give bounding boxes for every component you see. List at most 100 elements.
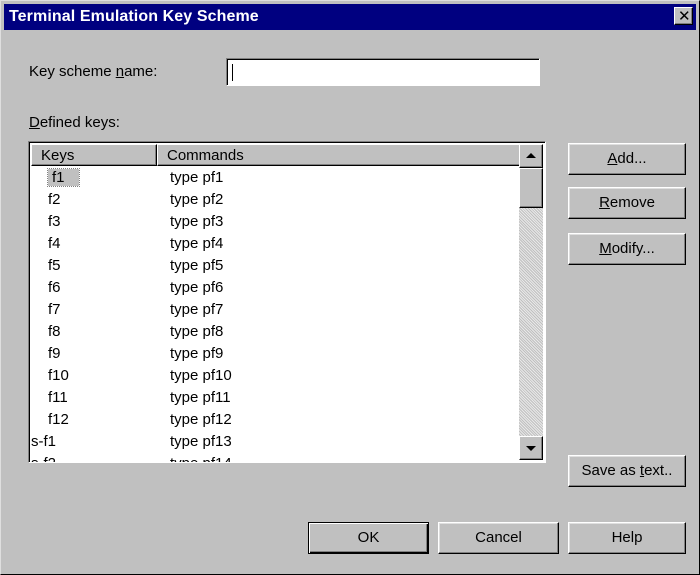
key-cell: s-f1 — [31, 432, 71, 452]
add-button-accel: A — [607, 150, 618, 167]
list-item[interactable]: f6 type pf6 — [31, 278, 519, 300]
command-cell: type pf11 — [170, 389, 231, 406]
list-item[interactable]: f4 type pf4 — [31, 234, 519, 256]
add-button-label: dd... — [617, 150, 647, 167]
command-cell: type pf1 — [170, 169, 224, 186]
defined-keys-label-suffix: efined keys: — [39, 114, 120, 131]
scheme-name-label-accel: n — [115, 63, 125, 80]
list-item[interactable]: f2 type pf2 — [31, 190, 519, 212]
key-cell: f3 — [31, 212, 71, 232]
key-scheme-dialog: Terminal Emulation Key Scheme ✕ Key sche… — [0, 0, 700, 575]
key-cell: f10 — [31, 366, 71, 386]
modify-button[interactable]: Modify... — [568, 233, 686, 265]
help-button-label: Help — [611, 529, 643, 546]
key-label: f3 — [48, 213, 61, 230]
column-header-keys-label: Keys — [41, 147, 75, 164]
command-cell: type pf12 — [170, 411, 232, 428]
list-item[interactable]: f1 type pf1 — [31, 168, 519, 190]
scroll-up-arrow-icon — [526, 153, 536, 158]
title-bar: Terminal Emulation Key Scheme ✕ — [4, 4, 696, 30]
scheme-name-input[interactable] — [226, 58, 540, 86]
cancel-button-label: Cancel — [475, 529, 522, 546]
remove-button[interactable]: Remove — [568, 187, 686, 219]
cancel-button[interactable]: Cancel — [438, 522, 559, 554]
list-item[interactable]: f9 type pf9 — [31, 344, 519, 366]
save-as-text-button[interactable]: Save as text.. — [568, 455, 686, 487]
scroll-down-button[interactable] — [519, 436, 543, 460]
command-cell: type pf6 — [170, 279, 224, 296]
key-label: f4 — [48, 235, 61, 252]
save-button-label-suffix: ext.. — [644, 462, 673, 479]
key-cell: s-f2 — [31, 454, 71, 462]
key-label: f10 — [48, 367, 69, 384]
command-cell: type pf2 — [170, 191, 224, 208]
list-item[interactable]: f5 type pf5 — [31, 256, 519, 278]
add-button[interactable]: Add... — [568, 143, 686, 175]
command-cell: type pf9 — [170, 345, 224, 362]
key-cell: f6 — [31, 278, 71, 298]
command-cell: type pf10 — [170, 367, 232, 384]
key-cell: f4 — [31, 234, 71, 254]
key-cell: f8 — [31, 322, 71, 342]
key-label: f8 — [48, 323, 61, 340]
key-cell: f9 — [31, 344, 71, 364]
defined-keys-label-accel: D — [29, 114, 40, 131]
list-item[interactable]: f11 type pf11 — [31, 388, 519, 410]
list-item[interactable]: f10 type pf10 — [31, 366, 519, 388]
column-header-keys[interactable]: Keys — [31, 144, 157, 166]
vertical-scrollbar[interactable] — [519, 144, 543, 460]
list-item[interactable]: f3 type pf3 — [31, 212, 519, 234]
key-label: f6 — [48, 279, 61, 296]
command-cell: type pf14 — [170, 455, 232, 462]
defined-keys-list[interactable]: Keys Commands f1 type pf1 f2 type pf2 f3 type… — [28, 141, 546, 463]
key-label: f7 — [48, 301, 61, 318]
scheme-name-label-prefix: Key scheme — [29, 63, 116, 80]
command-cell: type pf4 — [170, 235, 224, 252]
command-cell: type pf7 — [170, 301, 224, 318]
window-title: Terminal Emulation Key Scheme — [9, 8, 259, 25]
list-item[interactable]: s-f2 type pf14 — [31, 454, 519, 462]
scroll-up-button[interactable] — [519, 144, 543, 168]
ok-button-label: OK — [357, 529, 380, 546]
key-label: f11 — [48, 389, 68, 406]
key-cell: f11 — [31, 388, 71, 408]
list-rows: f1 type pf1 f2 type pf2 f3 type pf3 f4 type pf4… — [31, 168, 519, 462]
key-cell: f12 — [31, 410, 71, 430]
command-cell: type pf8 — [170, 323, 224, 340]
key-cell: f2 — [31, 190, 71, 210]
command-cell: type pf5 — [170, 257, 224, 274]
column-header-commands-label: Commands — [167, 147, 244, 164]
remove-button-accel: R — [599, 194, 610, 211]
column-header-commands[interactable]: Commands — [157, 144, 521, 166]
text-caret — [232, 64, 233, 81]
scheme-name-label: Key scheme name: — [29, 63, 157, 80]
close-icon: ✕ — [678, 7, 691, 25]
list-item[interactable]: s-f1 type pf13 — [31, 432, 519, 454]
list-item[interactable]: f8 type pf8 — [31, 322, 519, 344]
key-label: f5 — [48, 257, 61, 274]
list-header: Keys Commands — [31, 144, 521, 166]
modify-button-label: odify... — [611, 240, 655, 257]
scrollbar-thumb[interactable] — [519, 168, 543, 208]
help-button[interactable]: Help — [568, 522, 686, 554]
key-cell: f5 — [31, 256, 71, 276]
key-label: f2 — [48, 191, 61, 208]
list-item[interactable]: f12 type pf12 — [31, 410, 519, 432]
key-cell: f7 — [31, 300, 71, 320]
list-item[interactable]: f7 type pf7 — [31, 300, 519, 322]
remove-button-label: emove — [609, 194, 655, 211]
key-label: f9 — [48, 345, 61, 362]
save-button-label-prefix: Save as — [581, 462, 640, 479]
command-cell: type pf13 — [170, 433, 232, 450]
key-label: s-f2 — [31, 455, 56, 462]
defined-keys-label: Defined keys: — [29, 114, 120, 131]
scroll-down-arrow-icon — [526, 446, 536, 451]
modify-button-accel: M — [599, 240, 612, 257]
key-label: f1 — [47, 168, 80, 187]
scheme-name-label-suffix: ame: — [124, 63, 158, 80]
command-cell: type pf3 — [170, 213, 224, 230]
key-label: s-f1 — [31, 433, 57, 450]
key-label: f12 — [48, 411, 69, 428]
close-button[interactable]: ✕ — [674, 7, 693, 25]
ok-button[interactable]: OK — [308, 522, 429, 554]
